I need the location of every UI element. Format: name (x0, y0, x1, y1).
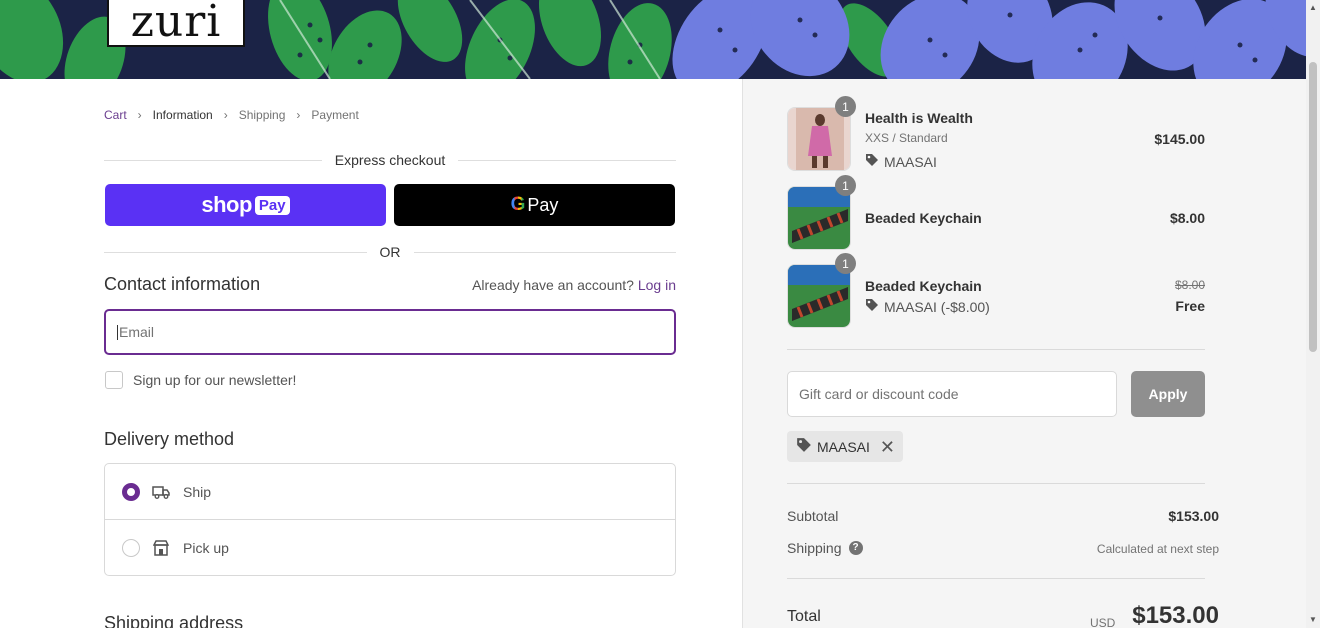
applied-discount-chip: MAASAI ✕ (787, 431, 903, 462)
remove-discount-close-icon[interactable]: ✕ (880, 438, 895, 456)
contact-information-title: Contact information (104, 274, 261, 294)
shipping-label-row: Shipping ? (787, 540, 863, 556)
divider-line (104, 251, 367, 253)
account-prompt-text: Already have an account? (472, 277, 634, 293)
total-label: Total (787, 608, 821, 625)
shop-pay-pill: Pay (254, 195, 290, 215)
item-discount-code: MAASAI (884, 153, 937, 170)
product-image (787, 264, 851, 328)
newsletter-checkbox-row[interactable]: Sign up for our newsletter! (105, 371, 296, 389)
summary-divider (787, 483, 1205, 484)
subtotal-value: $153.00 (1168, 508, 1219, 524)
shipping-label: Shipping (787, 540, 842, 556)
breadcrumb-information: Information (152, 108, 213, 122)
email-field[interactable]: Email (104, 309, 676, 355)
apply-button[interactable]: Apply (1131, 371, 1205, 417)
store-icon (151, 540, 171, 556)
pickup-label: Pick up (183, 540, 229, 556)
delivery-method-title: Delivery method (104, 429, 235, 449)
summary-divider (787, 349, 1205, 350)
text-caret (117, 324, 118, 340)
tag-icon (865, 298, 879, 315)
order-item: 1 Health is Wealth XXS / Standard MAASAI… (787, 96, 1205, 171)
item-name: Beaded Keychain (865, 278, 982, 294)
discount-code-placeholder: Gift card or discount code (799, 386, 959, 402)
summary-divider (787, 578, 1205, 579)
order-item: 1 Beaded Keychain $8.00 (787, 175, 1205, 250)
truck-icon (151, 484, 171, 500)
or-label: OR (379, 244, 401, 260)
item-name: Health is Wealth (865, 110, 973, 126)
quantity-badge: 1 (835, 253, 856, 274)
item-discount: MAASAI (-$8.00) (865, 298, 990, 315)
divider-line (458, 159, 676, 161)
google-pay-button[interactable]: G Pay (394, 184, 675, 226)
breadcrumb: Cart › Information › Shipping › Payment (104, 108, 359, 122)
login-link[interactable]: Log in (638, 277, 676, 293)
shipping-address-title: Shipping address (104, 613, 244, 628)
checkout-page: zuri ▲ ▼ Cart › Information › Shipping ›… (0, 0, 1320, 628)
item-price: $8.00 (1169, 210, 1205, 226)
express-checkout-title: Express checkout (334, 152, 446, 168)
tag-icon (865, 153, 879, 170)
email-placeholder: Email (119, 324, 155, 340)
chevron-right-icon: › (223, 108, 228, 122)
breadcrumb-shipping: Shipping (238, 108, 286, 122)
shop-pay-button[interactable]: shop Pay (105, 184, 386, 226)
shipping-note: Calculated at next step (1096, 542, 1219, 556)
item-variant: XXS / Standard (865, 131, 948, 145)
shop-pay-logo-text: shop (201, 192, 252, 217)
ship-label: Ship (183, 483, 212, 500)
item-original-price: $8.00 (1174, 278, 1205, 292)
google-pay-label: Pay (527, 194, 559, 215)
chevron-right-icon: › (137, 108, 142, 122)
newsletter-label: Sign up for our newsletter! (133, 372, 297, 388)
google-g-icon: G (510, 194, 526, 215)
discount-code-input[interactable]: Gift card or discount code (787, 371, 1117, 417)
total-currency: USD (1090, 616, 1116, 628)
page-scrollbar[interactable]: ▲ ▼ (1306, 0, 1320, 628)
ship-radio[interactable] (122, 482, 140, 501)
item-discount: MAASAI (865, 153, 937, 170)
help-icon[interactable]: ? (848, 541, 863, 555)
order-item: 1 Beaded Keychain MAASAI (-$8.00) $8.00 … (787, 253, 1205, 328)
quantity-badge: 1 (835, 96, 856, 117)
divider-line (413, 251, 676, 253)
scroll-down-arrow-icon[interactable]: ▼ (1306, 614, 1320, 626)
header-banner: zuri (0, 0, 1306, 79)
product-image (787, 186, 851, 250)
account-login-prompt: Already have an account? Log in (472, 277, 676, 293)
delivery-option-ship[interactable]: Ship (105, 464, 675, 520)
subtotal-label: Subtotal (787, 508, 839, 524)
item-price: Free (1175, 298, 1205, 314)
scroll-up-arrow-icon[interactable]: ▲ (1306, 2, 1320, 14)
delivery-options: Ship Pick up (104, 463, 676, 576)
applied-discount-code: MAASAI (817, 438, 870, 455)
chevron-right-icon: › (296, 108, 301, 122)
product-image (787, 107, 851, 171)
item-name: Beaded Keychain (865, 210, 982, 226)
delivery-option-pickup[interactable]: Pick up (105, 520, 675, 576)
total-value: $153.00 (1132, 602, 1219, 628)
quantity-badge: 1 (835, 175, 856, 196)
item-price: $145.00 (1154, 131, 1205, 147)
breadcrumb-payment: Payment (311, 108, 359, 122)
breadcrumb-cart[interactable]: Cart (104, 108, 127, 122)
or-divider: OR (104, 244, 676, 260)
item-discount-code: MAASAI (-$8.00) (884, 298, 990, 315)
express-checkout-divider: Express checkout (104, 152, 676, 168)
pickup-radio[interactable] (122, 539, 140, 557)
scroll-thumb[interactable] (1309, 62, 1317, 352)
brand-logo[interactable]: zuri (107, 0, 245, 47)
divider-line (104, 159, 322, 161)
tag-icon (796, 437, 812, 456)
newsletter-checkbox[interactable] (105, 371, 123, 389)
